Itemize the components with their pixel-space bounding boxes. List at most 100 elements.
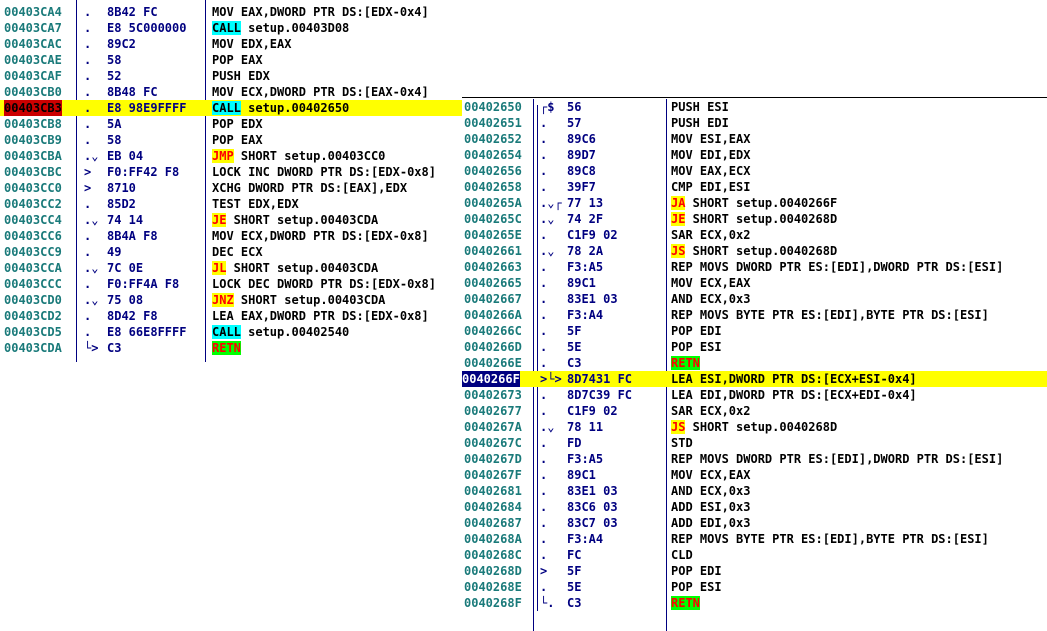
disassembly-row[interactable]: 0040266E. C3 RETN <box>462 355 1047 371</box>
disassembly-row[interactable]: 00403CB0. 8B48 FC MOV ECX,DWORD PTR DS:[EA… <box>0 84 462 100</box>
address-cell[interactable]: 00402656 <box>464 163 522 179</box>
instruction-cell[interactable]: POP ESI <box>671 579 722 595</box>
hex-bytes-cell[interactable]: 5F <box>567 563 581 579</box>
instruction-cell[interactable]: PUSH ESI <box>671 99 729 115</box>
hex-bytes-cell[interactable]: F0:FF42 F8 <box>107 164 179 180</box>
hex-bytes-cell[interactable]: E8 5C000000 <box>107 20 186 36</box>
instruction-cell[interactable]: MOV EAX,DWORD PTR DS:[EDX-0x4] <box>212 4 429 20</box>
instruction-cell[interactable]: POP EAX <box>212 132 263 148</box>
disassembly-row[interactable]: 00402650 ┌$ 56 PUSH ESI <box>462 99 1047 115</box>
instruction-cell[interactable]: XCHG DWORD PTR DS:[EAX],EDX <box>212 180 407 196</box>
disassembly-row[interactable]: 00403CA4. 8B42 FC MOV EAX,DWORD PTR DS:[ED… <box>0 4 462 20</box>
disassembly-row[interactable]: 00402652. 89C6 MOV ESI,EAX <box>462 131 1047 147</box>
address-cell[interactable]: 00403CAF <box>4 68 62 84</box>
address-cell[interactable]: 00403CB8 <box>4 116 62 132</box>
instruction-cell[interactable]: MOV EAX,ECX <box>671 163 750 179</box>
address-cell[interactable]: 00403CBC <box>4 164 62 180</box>
disassembly-row[interactable]: 0040267A .⌄ 78 11 JS SHORT setup.0040268D <box>462 419 1047 435</box>
address-cell[interactable]: 00402667 <box>464 291 522 307</box>
instruction-cell[interactable]: RETN <box>671 355 700 371</box>
hex-bytes-cell[interactable]: 78 11 <box>567 419 603 435</box>
instruction-cell[interactable]: REP MOVS DWORD PTR ES:[EDI],DWORD PTR DS… <box>671 451 1003 467</box>
instruction-cell[interactable]: CLD <box>671 547 693 563</box>
address-cell[interactable]: 0040265A <box>464 195 522 211</box>
address-cell[interactable]: 00403CAC <box>4 36 62 52</box>
address-cell[interactable]: 0040268F <box>464 595 522 611</box>
hex-bytes-cell[interactable]: 75 08 <box>107 292 143 308</box>
disassembly-row[interactable]: 00402673. 8D7C39 FC LEA EDI,DWORD PTR DS:[… <box>462 387 1047 403</box>
hex-bytes-cell[interactable]: 74 2F <box>567 211 603 227</box>
instruction-cell[interactable]: ADD ESI,0x3 <box>671 499 750 515</box>
address-cell[interactable]: 0040266C <box>464 323 522 339</box>
address-cell[interactable]: 00402684 <box>464 499 522 515</box>
disassembly-row[interactable]: 0040266F >└> 8D7431 FC LEA ESI,DWORD PTR DS… <box>462 371 1047 387</box>
disassembly-row[interactable]: 00403CBA .⌄ EB 04 JMP SHORT setup.00403CC0 <box>0 148 462 164</box>
disassembly-row[interactable]: 00403CC4 .⌄ 74 14 JE SHORT setup.00403CDA <box>0 212 462 228</box>
instruction-cell[interactable]: MOV ECX,EAX <box>671 467 750 483</box>
disassembly-row[interactable]: 00402658. 39F7 CMP EDI,ESI <box>462 179 1047 195</box>
instruction-cell[interactable]: REP MOVS BYTE PTR ES:[EDI],BYTE PTR DS:[… <box>671 307 989 323</box>
hex-bytes-cell[interactable]: F3:A4 <box>567 531 603 547</box>
address-cell[interactable]: 00403CB9 <box>4 132 62 148</box>
instruction-cell[interactable]: JS SHORT setup.0040268D <box>671 419 837 435</box>
hex-bytes-cell[interactable]: 78 2A <box>567 243 603 259</box>
disassembly-row[interactable]: 00403CA7. E8 5C000000 CALL setup.00403D08 <box>0 20 462 36</box>
instruction-cell[interactable]: MOV EDX,EAX <box>212 36 291 52</box>
hex-bytes-cell[interactable]: 8D42 F8 <box>107 308 158 324</box>
address-cell[interactable]: 00403CCA <box>4 260 62 276</box>
address-cell[interactable]: 0040268E <box>464 579 522 595</box>
instruction-cell[interactable]: AND ECX,0x3 <box>671 291 750 307</box>
hex-bytes-cell[interactable]: 8B4A F8 <box>107 228 158 244</box>
hex-bytes-cell[interactable]: 83C7 03 <box>567 515 618 531</box>
address-cell[interactable]: 00402663 <box>464 259 522 275</box>
instruction-cell[interactable]: MOV ECX,EAX <box>671 275 750 291</box>
disassembly-row[interactable]: 00402654. 89D7 MOV EDI,EDX <box>462 147 1047 163</box>
address-cell[interactable]: 00403CC0 <box>4 180 62 196</box>
hex-bytes-cell[interactable]: C1F9 02 <box>567 227 618 243</box>
hex-bytes-cell[interactable]: E8 98E9FFFF <box>107 100 186 116</box>
instruction-cell[interactable]: CMP EDI,ESI <box>671 179 750 195</box>
address-cell[interactable]: 00403CD0 <box>4 292 62 308</box>
instruction-cell[interactable]: CALL setup.00403D08 <box>212 20 349 36</box>
address-cell[interactable]: 0040267A <box>464 419 522 435</box>
address-cell[interactable]: 00402665 <box>464 275 522 291</box>
hex-bytes-cell[interactable]: 49 <box>107 244 121 260</box>
hex-bytes-cell[interactable]: 8710 <box>107 180 136 196</box>
hex-bytes-cell[interactable]: F0:FF4A F8 <box>107 276 179 292</box>
address-cell[interactable]: 0040268A <box>464 531 522 547</box>
hex-bytes-cell[interactable]: 89C6 <box>567 131 596 147</box>
instruction-cell[interactable]: DEC ECX <box>212 244 263 260</box>
hex-bytes-cell[interactable]: 57 <box>567 115 581 131</box>
address-cell[interactable]: 00403CD5 <box>4 324 62 340</box>
disassembly-row[interactable]: 0040268E. 5E POP ESI <box>462 579 1047 595</box>
instruction-cell[interactable]: POP EAX <box>212 52 263 68</box>
disassembly-row[interactable]: 00403CD2. 8D42 F8 LEA EAX,DWORD PTR DS:[ED… <box>0 308 462 324</box>
instruction-cell[interactable]: REP MOVS BYTE PTR ES:[EDI],BYTE PTR DS:[… <box>671 531 989 547</box>
hex-bytes-cell[interactable]: 83E1 03 <box>567 483 618 499</box>
disassembly-row[interactable]: 00403CB9. 58 POP EAX <box>0 132 462 148</box>
instruction-cell[interactable]: REP MOVS DWORD PTR ES:[EDI],DWORD PTR DS… <box>671 259 1003 275</box>
disassembly-row[interactable]: 00402681. 83E1 03 AND ECX,0x3 <box>462 483 1047 499</box>
address-cell[interactable]: 0040266A <box>464 307 522 323</box>
disassembly-row[interactable]: 00403CC6. 8B4A F8 MOV ECX,DWORD PTR DS:[ED… <box>0 228 462 244</box>
address-cell[interactable]: 0040265C <box>464 211 522 227</box>
address-cell[interactable]: 00402658 <box>464 179 522 195</box>
disassembly-row[interactable]: 0040268D >5F POP EDI <box>462 563 1047 579</box>
address-cell[interactable]: 0040268D <box>464 563 522 579</box>
address-cell[interactable]: 0040266F <box>462 371 520 387</box>
hex-bytes-cell[interactable]: 5A <box>107 116 121 132</box>
hex-bytes-cell[interactable]: C3 <box>567 595 581 611</box>
hex-bytes-cell[interactable]: 5E <box>567 579 581 595</box>
hex-bytes-cell[interactable]: 83E1 03 <box>567 291 618 307</box>
address-cell[interactable]: 00402651 <box>464 115 522 131</box>
disassembly-pane-callee[interactable]: 00402650 ┌$ 56 PUSH ESI 00402651. 57 PUSH EDI 0… <box>462 97 1047 631</box>
address-cell[interactable]: 0040267D <box>464 451 522 467</box>
instruction-cell[interactable]: JL SHORT setup.00403CDA <box>212 260 378 276</box>
hex-bytes-cell[interactable]: C1F9 02 <box>567 403 618 419</box>
disassembly-row[interactable]: 00403CBC > F0:FF42 F8 LOCK INC DWORD PTR DS… <box>0 164 462 180</box>
instruction-cell[interactable]: ADD EDI,0x3 <box>671 515 750 531</box>
instruction-cell[interactable]: JNZ SHORT setup.00403CDA <box>212 292 385 308</box>
disassembly-row[interactable]: 0040266D. 5E POP ESI <box>462 339 1047 355</box>
disassembly-row[interactable]: 0040265A .⌄┌ 77 13 JA SHORT setup.0040266F <box>462 195 1047 211</box>
disassembly-row[interactable]: 00403CC0 >8710 XCHG DWORD PTR DS:[EAX],EDX <box>0 180 462 196</box>
